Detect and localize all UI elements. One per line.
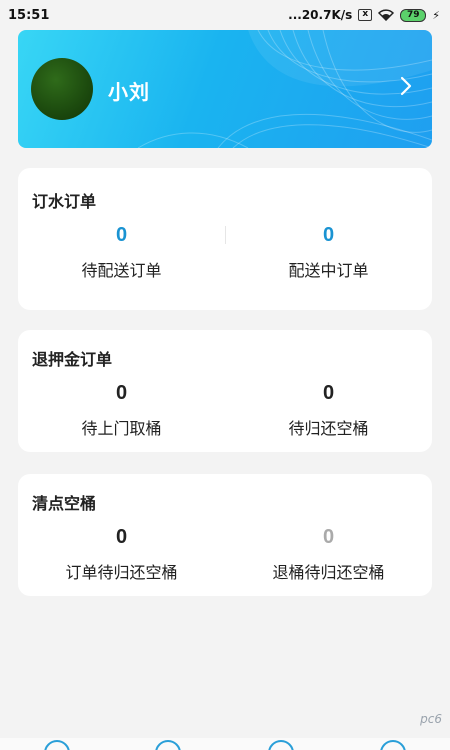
orders-icon[interactable]	[155, 740, 181, 750]
water-order-card: 订水订单 0 待配送订单 0 配送中订单	[18, 168, 432, 310]
stat-value: 0	[322, 526, 335, 548]
status-indicators: ...20.7K/s x 79 ⚡	[288, 8, 440, 22]
stat-value: 0	[322, 224, 335, 246]
stat-value: 0	[322, 382, 335, 404]
stat-delivering[interactable]: 0 配送中订单	[225, 224, 432, 281]
battery-icon: 79	[400, 8, 427, 22]
stat-value: 0	[115, 224, 128, 246]
stat-pickup-pending[interactable]: 0 待上门取桶	[18, 382, 225, 439]
card-title: 订水订单	[32, 192, 97, 211]
profile-icon[interactable]	[380, 740, 406, 750]
bottom-nav	[0, 738, 450, 750]
card-title: 清点空桶	[32, 494, 97, 513]
watermark-logo: pc6	[420, 712, 442, 726]
stat-value: 0	[115, 526, 128, 548]
user-name: 小刘	[108, 80, 150, 104]
stat-label: 待上门取桶	[81, 419, 162, 438]
count-empty-buckets-card: 清点空桶 0 订单待归还空桶 0 退桶待归还空桶	[18, 474, 432, 596]
stat-label: 待配送订单	[81, 261, 162, 280]
status-time: 15:51	[8, 7, 50, 23]
wifi-icon	[378, 9, 395, 21]
network-speed: ...20.7K/s	[288, 8, 353, 22]
stat-refund-buckets[interactable]: 0 退桶待归还空桶	[225, 526, 432, 583]
status-bar: 15:51 ...20.7K/s x 79 ⚡	[0, 0, 450, 30]
stat-value: 0	[115, 382, 128, 404]
stat-label: 退桶待归还空桶	[272, 563, 385, 582]
stat-return-pending[interactable]: 0 待归还空桶	[225, 382, 432, 439]
deposit-refund-card: 退押金订单 0 待上门取桶 0 待归还空桶	[18, 330, 432, 452]
charging-icon: ⚡	[432, 8, 440, 22]
stat-label: 配送中订单	[288, 261, 369, 280]
home-icon[interactable]	[44, 740, 70, 750]
stat-label: 待归还空桶	[288, 419, 369, 438]
stat-label: 订单待归还空桶	[65, 563, 178, 582]
stat-order-buckets[interactable]: 0 订单待归还空桶	[18, 526, 225, 583]
buckets-icon[interactable]	[268, 740, 294, 750]
sim-icon: x	[358, 9, 373, 21]
avatar[interactable]	[31, 58, 93, 120]
chevron-right-icon[interactable]	[394, 74, 418, 98]
profile-card[interactable]: 小刘	[18, 30, 432, 148]
stat-pending-delivery[interactable]: 0 待配送订单	[18, 224, 225, 281]
card-title: 退押金订单	[32, 350, 113, 369]
